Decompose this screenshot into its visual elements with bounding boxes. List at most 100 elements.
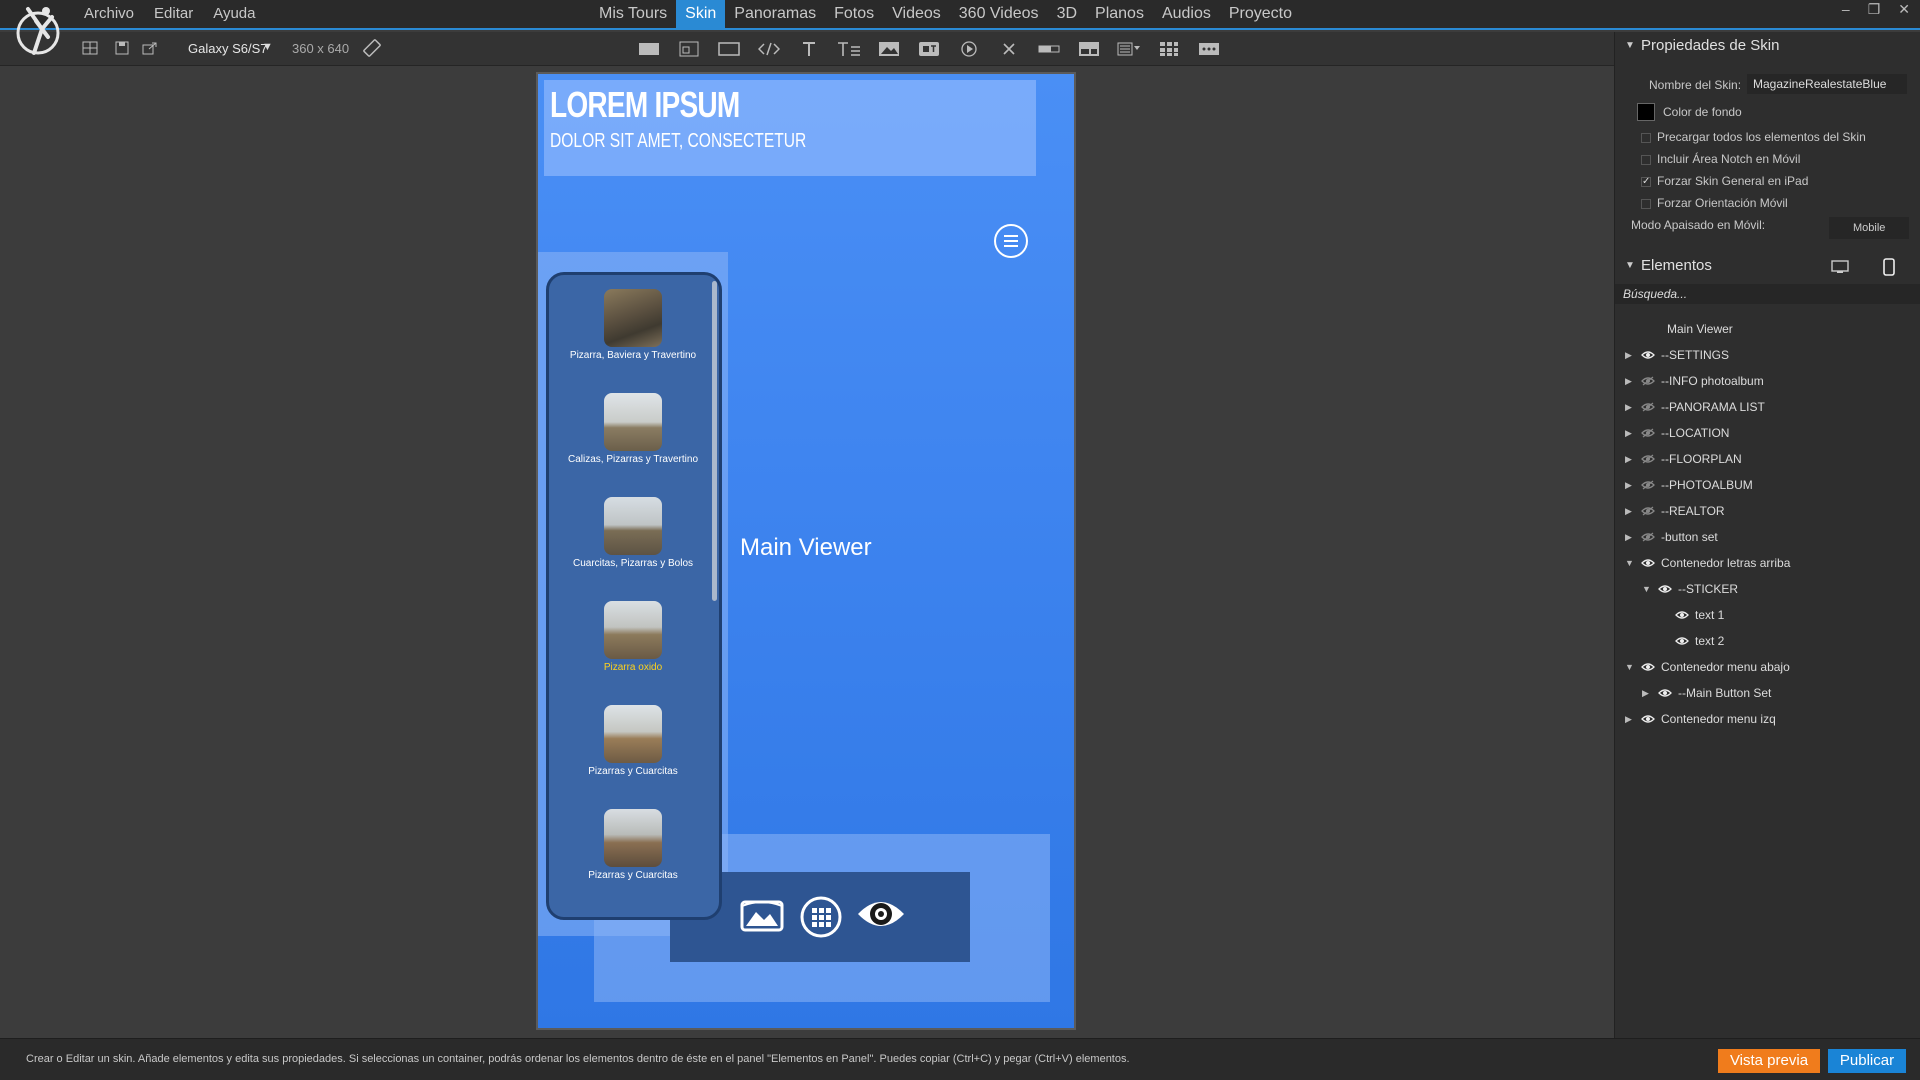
- tree-item[interactable]: ▶ --Main Button Set: [1615, 682, 1920, 704]
- tab-proyecto[interactable]: Proyecto: [1220, 0, 1301, 30]
- minimize-icon[interactable]: –: [1842, 0, 1850, 18]
- thumbnail-item[interactable]: Pizarra, Baviera y Travertino: [549, 289, 717, 361]
- menu-editar[interactable]: Editar: [144, 0, 203, 28]
- menu-archivo[interactable]: Archivo: [74, 0, 144, 28]
- more-tools-icon[interactable]: [1196, 38, 1222, 60]
- tab-videos[interactable]: Videos: [883, 0, 950, 30]
- visible-eye-icon[interactable]: [1658, 688, 1672, 698]
- tab-skin[interactable]: Skin: [676, 0, 726, 30]
- grid-icon[interactable]: [82, 41, 98, 55]
- container-tool-icon[interactable]: [636, 38, 662, 60]
- hidden-eye-icon[interactable]: [1641, 402, 1655, 412]
- tree-item[interactable]: ▼ Contenedor menu abajo: [1615, 656, 1920, 678]
- checkbox-preload[interactable]: [1641, 133, 1651, 143]
- tree-item[interactable]: ▶ --INFO photoalbum: [1615, 370, 1920, 392]
- code-tool-icon[interactable]: [756, 38, 782, 60]
- expand-right-icon[interactable]: ▶: [1625, 448, 1632, 470]
- preview-button[interactable]: Vista previa: [1718, 1049, 1820, 1073]
- image-tool-icon[interactable]: [876, 38, 902, 60]
- expand-right-icon[interactable]: ▶: [1625, 474, 1632, 496]
- thumbnail-item[interactable]: Cuarcitas, Pizarras y Bolos: [549, 497, 717, 569]
- visible-eye-icon[interactable]: [1641, 350, 1655, 360]
- expand-down-icon[interactable]: ▼: [1642, 578, 1651, 600]
- skin-properties-header[interactable]: ▼ Propiedades de Skin: [1615, 32, 1920, 60]
- tree-item-main-viewer[interactable]: Main Viewer: [1615, 318, 1920, 340]
- expand-right-icon[interactable]: ▶: [1642, 682, 1649, 704]
- text-tool-icon[interactable]: [796, 38, 822, 60]
- tree-item[interactable]: ▶ --FLOORPLAN: [1615, 448, 1920, 470]
- layer-tool-icon[interactable]: [676, 38, 702, 60]
- visible-eye-icon[interactable]: [1641, 558, 1655, 568]
- export-icon[interactable]: [142, 41, 158, 55]
- expand-right-icon[interactable]: ▶: [1625, 708, 1632, 730]
- device-selector[interactable]: Galaxy S6/S7: [188, 41, 268, 56]
- eye-icon[interactable]: [856, 896, 906, 932]
- tab-fotos[interactable]: Fotos: [825, 0, 883, 30]
- sticker[interactable]: LOREM IPSUM DOLOR SIT AMET, CONSECTETUR: [544, 80, 1036, 176]
- expand-right-icon[interactable]: ▶: [1625, 344, 1632, 366]
- collapse-arrow-icon[interactable]: ▼: [1625, 32, 1635, 60]
- visible-eye-icon[interactable]: [1658, 584, 1672, 594]
- image-button-tool-icon[interactable]: [916, 38, 942, 60]
- expand-right-icon[interactable]: ▶: [1625, 396, 1632, 418]
- expand-right-icon[interactable]: ▶: [1625, 422, 1632, 444]
- menu-ayuda[interactable]: Ayuda: [203, 0, 265, 28]
- thumbnail-grid-tool-icon[interactable]: [1156, 38, 1182, 60]
- text-scroll-tool-icon[interactable]: [836, 38, 862, 60]
- tab-planos[interactable]: Planos: [1086, 0, 1153, 30]
- editor-canvas[interactable]: LOREM IPSUM DOLOR SIT AMET, CONSECTETUR …: [0, 66, 1614, 1038]
- tree-item[interactable]: ▶ --PANORAMA LIST: [1615, 396, 1920, 418]
- tree-item[interactable]: ▶ -button set: [1615, 526, 1920, 548]
- thumbnail-item[interactable]: Pizarra oxido: [549, 601, 717, 673]
- visible-eye-icon[interactable]: [1675, 610, 1689, 620]
- restore-icon[interactable]: ❐: [1868, 0, 1881, 18]
- skin-preview[interactable]: LOREM IPSUM DOLOR SIT AMET, CONSECTETUR …: [536, 72, 1076, 1030]
- visible-eye-icon[interactable]: [1641, 714, 1655, 724]
- tree-item[interactable]: ▶ --PHOTOALBUM: [1615, 474, 1920, 496]
- elements-search-input[interactable]: Búsqueda...: [1615, 284, 1920, 304]
- tab-mis-tours[interactable]: Mis Tours: [590, 0, 676, 30]
- hidden-eye-icon[interactable]: [1641, 428, 1655, 438]
- visible-eye-icon[interactable]: [1641, 662, 1655, 672]
- tree-item[interactable]: text 2: [1615, 630, 1920, 652]
- chevron-down-icon[interactable]: ▼: [262, 41, 273, 53]
- background-color-swatch[interactable]: [1637, 103, 1655, 121]
- hamburger-menu-icon[interactable]: [994, 224, 1028, 258]
- tree-item[interactable]: ▶ Contenedor menu izq: [1615, 708, 1920, 730]
- collapse-arrow-icon[interactable]: ▼: [1625, 252, 1635, 280]
- expand-down-icon[interactable]: ▼: [1625, 552, 1634, 574]
- expand-right-icon[interactable]: ▶: [1625, 526, 1632, 548]
- checkbox-orientation[interactable]: [1641, 199, 1651, 209]
- mobile-view-icon[interactable]: [1883, 258, 1895, 276]
- checkbox-force-ipad[interactable]: ✓: [1641, 177, 1651, 187]
- close-icon[interactable]: ✕: [1898, 0, 1910, 18]
- thumbnail-item[interactable]: Pizarras y Cuarcitas: [549, 809, 717, 881]
- rotate-device-icon[interactable]: [362, 39, 382, 57]
- landscape-mode-select[interactable]: Mobile: [1829, 217, 1909, 239]
- thumbnails-grid-icon[interactable]: [800, 896, 842, 938]
- desktop-view-icon[interactable]: [1831, 260, 1849, 274]
- tab-panoramas[interactable]: Panoramas: [725, 0, 825, 30]
- tree-item[interactable]: ▶ --SETTINGS: [1615, 344, 1920, 366]
- video-tool-icon[interactable]: [956, 38, 982, 60]
- skin-name-field[interactable]: MagazineRealestateBlue: [1747, 74, 1907, 94]
- rectangle-tool-icon[interactable]: [716, 38, 742, 60]
- list-tool-icon[interactable]: [1116, 38, 1142, 60]
- tree-item[interactable]: ▼ --STICKER: [1615, 578, 1920, 600]
- publish-button[interactable]: Publicar: [1828, 1049, 1906, 1073]
- sticker-title[interactable]: LOREM IPSUM: [550, 84, 740, 126]
- close-button-tool-icon[interactable]: [996, 38, 1022, 60]
- expand-right-icon[interactable]: ▶: [1625, 500, 1632, 522]
- hidden-eye-icon[interactable]: [1641, 506, 1655, 516]
- tab-audios[interactable]: Audios: [1153, 0, 1220, 30]
- tree-item[interactable]: text 1: [1615, 604, 1920, 626]
- visible-eye-icon[interactable]: [1675, 636, 1689, 646]
- expand-right-icon[interactable]: ▶: [1625, 370, 1632, 392]
- tree-item[interactable]: ▼ Contenedor letras arriba: [1615, 552, 1920, 574]
- hidden-eye-icon[interactable]: [1641, 454, 1655, 464]
- panel-tool-icon[interactable]: [1076, 38, 1102, 60]
- tab-360-videos[interactable]: 360 Videos: [950, 0, 1048, 30]
- thumbnail-item[interactable]: Pizarras y Cuarcitas: [549, 705, 717, 777]
- hidden-eye-icon[interactable]: [1641, 480, 1655, 490]
- tree-item[interactable]: ▶ --LOCATION: [1615, 422, 1920, 444]
